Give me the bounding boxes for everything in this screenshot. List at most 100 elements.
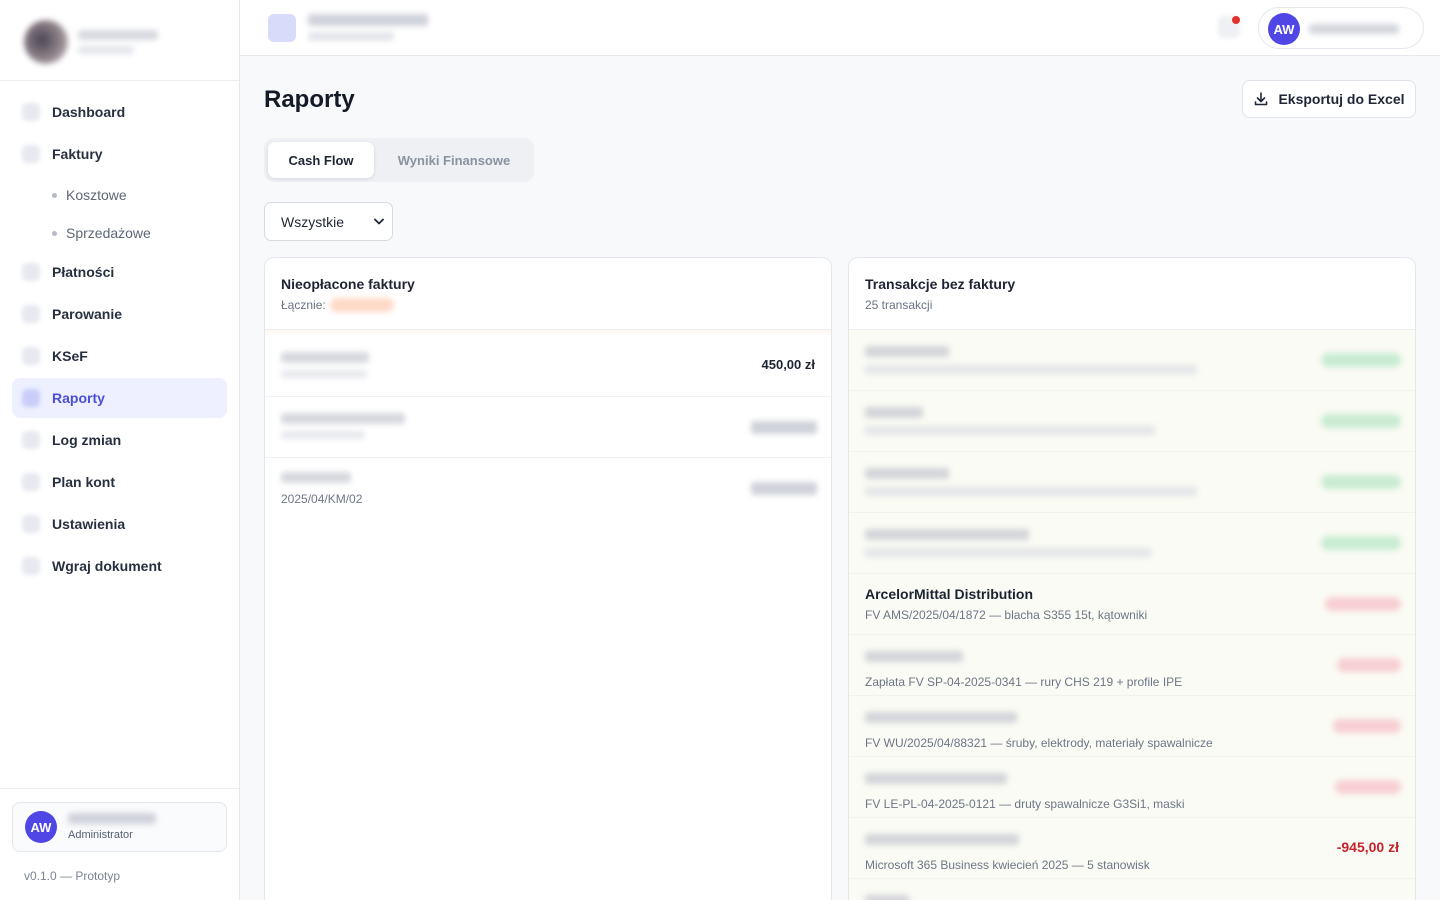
sidebar-item-ksef[interactable]: KSeF [12,336,227,376]
list-item[interactable] [849,513,1415,574]
accounts-icon [22,473,40,491]
sidebar-item-label: Parowanie [52,306,123,322]
sidebar-item-plan-kont[interactable]: Plan kont [12,462,227,502]
counterparty-blurred [865,651,963,662]
table-row[interactable]: 450,00 zł [265,336,831,397]
sidebar-nav: Dashboard Faktury Kosztowe Sprzedażowe P… [12,92,227,588]
total-label: Łącznie: [281,298,326,312]
bullet-icon [52,193,57,198]
sidebar-item-platnosci[interactable]: Płatności [12,252,227,292]
list-item[interactable] [849,879,1415,900]
company-name-blurred[interactable] [308,14,428,26]
link-icon [22,305,40,323]
sidebar-item-label: Faktury [52,146,103,162]
user-menu-button[interactable]: AW [1258,7,1424,49]
list-item[interactable] [849,391,1415,452]
sidebar-subitem-kosztowe[interactable]: Kosztowe [12,176,227,214]
list-item[interactable] [849,452,1415,513]
list-item[interactable]: Microsoft 365 Business kwiecień 2025 — 5… [849,818,1415,879]
invoice-number-blurred [281,431,365,439]
counterparty-blurred [865,407,923,418]
invoice-amount: 450,00 zł [761,357,816,372]
contractor-name-blurred [281,413,405,424]
sidebar-item-ustawienia[interactable]: Ustawienia [12,504,227,544]
sidebar-item-label: Raporty [52,390,105,406]
app-version: v0.1.0 — Prototyp [24,869,121,883]
contractor-name-blurred [281,352,369,363]
sidebar: Dashboard Faktury Kosztowe Sprzedażowe P… [0,0,240,900]
reports-icon [22,389,40,407]
table-row[interactable]: 2025/04/KM/02 [265,458,831,519]
invoice-number-blurred [281,370,367,378]
sidebar-divider [0,788,239,789]
list-item[interactable]: FV LE-PL-04-2025-0121 — druty spawalnicz… [849,757,1415,818]
logo-subtext-blurred [78,46,134,54]
amount-blurred [1333,719,1401,733]
transaction-description: FV WU/2025/04/88321 — śruby, elektrody, … [865,736,1213,750]
sidebar-divider [0,80,239,81]
panel-header: Nieopłacone faktury Łącznie: [265,258,831,330]
unpaid-invoices-panel: Nieopłacone faktury Łącznie: 450,00 zł 2… [264,257,832,900]
user-name-blurred [68,813,156,824]
total-amount-blurred [329,298,394,312]
sidebar-item-log-zmian[interactable]: Log zmian [12,420,227,460]
chevron-down-icon [374,218,384,225]
sidebar-item-raporty[interactable]: Raporty [12,378,227,418]
list-item[interactable]: FV WU/2025/04/88321 — śruby, elektrody, … [849,696,1415,757]
tab-cash-flow[interactable]: Cash Flow [268,142,374,178]
amount-blurred [1321,536,1401,550]
amount-blurred [1325,597,1401,611]
export-excel-button[interactable]: Eksportuj do Excel [1242,80,1416,118]
transaction-count: 25 transakcji [865,298,933,312]
export-button-label: Eksportuj do Excel [1278,91,1405,107]
sidebar-item-wgraj-dokument[interactable]: Wgraj dokument [12,546,227,586]
tab-wyniki-finansowe[interactable]: Wyniki Finansowe [378,142,530,178]
counterparty-blurred [865,346,949,357]
sidebar-item-label: Kosztowe [66,187,127,203]
ksef-icon [22,347,40,365]
transaction-description: FV LE-PL-04-2025-0121 — druty spawalnicz… [865,797,1185,811]
sidebar-item-parowanie[interactable]: Parowanie [12,294,227,334]
counterparty-blurred [865,712,1017,723]
sidebar-item-label: Ustawienia [52,516,126,532]
dashboard-icon [22,103,40,121]
counterparty-blurred [865,773,1007,784]
sidebar-item-label: Płatności [52,264,115,280]
filter-select-value: Wszystkie [281,213,344,230]
transaction-description: FV AMS/2025/04/1872 — blacha S355 15t, k… [865,608,1148,622]
table-row[interactable] [265,397,831,458]
company-icon [268,14,296,42]
logo-image [24,20,68,64]
amount-blurred [1321,475,1401,489]
sidebar-item-label: Dashboard [52,104,126,120]
invoice-icon [22,145,40,163]
sidebar-user-card[interactable]: AW Administrator [12,802,227,852]
sidebar-item-faktury[interactable]: Faktury [12,134,227,174]
counterparty-blurred [865,468,949,479]
sidebar-item-dashboard[interactable]: Dashboard [12,92,227,132]
gear-icon [22,515,40,533]
contractor-name-blurred [281,472,351,483]
sidebar-item-label: Log zmian [52,432,122,448]
description-blurred [865,365,1197,374]
amount-blurred [1321,414,1401,428]
company-subtitle-blurred [308,32,394,41]
list-item[interactable] [849,330,1415,391]
filter-select[interactable]: Wszystkie [264,202,393,241]
transactions-without-invoice-panel: Transakcje bez faktury 25 transakcji Arc… [848,257,1416,900]
list-item[interactable]: ArcelorMittal Distribution FV AMS/2025/0… [849,574,1415,635]
download-icon [1255,92,1268,106]
company-logo[interactable] [24,20,224,64]
sidebar-item-label: KSeF [52,348,88,364]
amount-blurred [1321,353,1401,367]
counterparty-blurred [865,529,1029,540]
sidebar-subitem-sprzedazowe[interactable]: Sprzedażowe [12,214,227,252]
logo-text-blurred [78,30,158,40]
list-item[interactable]: Zapłata FV SP-04-2025-0341 — rury CHS 21… [849,635,1415,696]
unpaid-total: Łącznie: [281,298,815,312]
panel-title: Nieopłacone faktury [281,276,415,292]
panel-header: Transakcje bez faktury 25 transakcji [849,258,1415,330]
invoice-amount-blurred [751,421,817,434]
user-name-blurred [1309,24,1399,34]
invoice-amount-blurred [751,482,817,495]
